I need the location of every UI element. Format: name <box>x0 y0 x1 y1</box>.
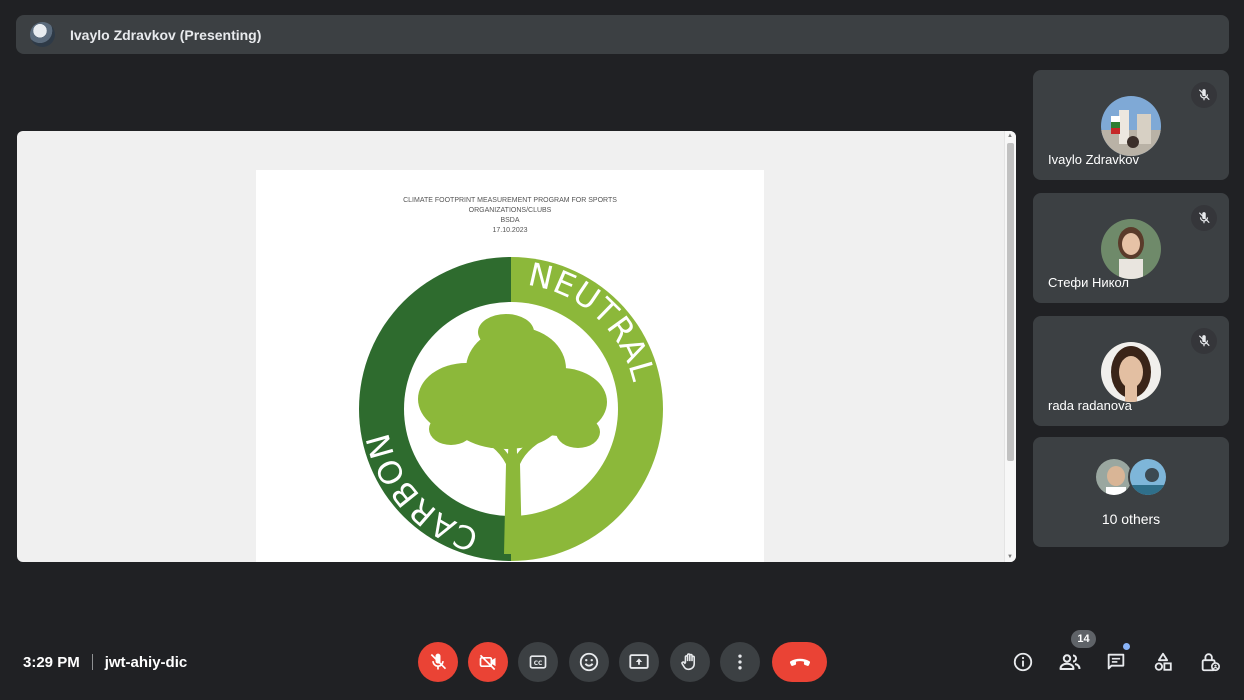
participant-tile[interactable]: Стефи Никол <box>1033 193 1229 303</box>
heading-line: CLIMATE FOOTPRINT MEASUREMENT PROGRAM FO… <box>403 197 617 204</box>
participant-name: Ivaylo Zdravkov <box>1048 152 1140 167</box>
info-icon <box>1013 652 1033 672</box>
activities-button[interactable] <box>1151 650 1175 674</box>
chat-icon <box>1107 653 1125 670</box>
participant-avatar <box>1128 457 1168 497</box>
people-icon <box>1059 654 1081 670</box>
carbon-neutral-logo: CARBON NEUTRAL <box>358 255 663 561</box>
chat-notification-dot <box>1123 643 1130 650</box>
captions-button[interactable]: CC <box>518 642 558 682</box>
heading-line: ORGANIZATIONS/CLUBS <box>468 207 552 214</box>
meeting-info: 3:29 PM jwt-ahiy-dic <box>23 652 187 672</box>
people-count-badge: 14 <box>1071 630 1096 648</box>
svg-text:CC: CC <box>534 661 543 667</box>
presenter-label: Ivaylo Zdravkov (Presenting) <box>70 26 262 43</box>
scroll-up-icon[interactable]: ▲ <box>1007 133 1013 139</box>
heading-line: 17.10.2023 <box>492 227 528 234</box>
mic-off-icon <box>1191 328 1217 354</box>
mic-off-icon <box>430 653 447 670</box>
activities-icon <box>1154 652 1172 671</box>
meeting-time: 3:29 PM <box>23 653 80 671</box>
others-tile[interactable]: 10 others <box>1033 437 1229 547</box>
hang-up-icon <box>789 658 810 666</box>
people-button[interactable] <box>1058 650 1082 674</box>
scroll-thumb[interactable] <box>1007 143 1014 461</box>
more-vertical-icon <box>738 654 742 670</box>
participant-avatar <box>1101 342 1161 402</box>
document-page: CLIMATE FOOTPRINT MEASUREMENT PROGRAM FO… <box>256 170 764 562</box>
shared-screen: CLIMATE FOOTPRINT MEASUREMENT PROGRAM FO… <box>17 131 1016 562</box>
presenter-bar: Ivaylo Zdravkov (Presenting) <box>16 15 1229 54</box>
document-heading: CLIMATE FOOTPRINT MEASUREMENT PROGRAM FO… <box>256 196 764 236</box>
lock-person-icon <box>1201 653 1220 672</box>
participant-name: Стефи Никол <box>1048 275 1130 290</box>
mic-off-icon <box>1191 205 1217 231</box>
reactions-button[interactable] <box>569 642 609 682</box>
hand-icon <box>681 653 695 671</box>
raise-hand-button[interactable] <box>670 642 710 682</box>
more-options-button[interactable] <box>720 642 760 682</box>
others-label: 10 others <box>1101 511 1161 527</box>
meeting-details-button[interactable] <box>1011 650 1035 674</box>
camera-off-icon <box>479 654 496 671</box>
chat-button[interactable] <box>1104 650 1128 674</box>
participant-avatar <box>1101 96 1161 156</box>
mic-off-icon <box>1191 82 1217 108</box>
present-screen-icon <box>629 654 649 669</box>
meeting-code[interactable]: jwt-ahiy-dic <box>105 654 188 671</box>
participant-tile[interactable]: Ivaylo Zdravkov <box>1033 70 1229 180</box>
leave-call-button[interactable] <box>772 642 827 682</box>
host-controls-button[interactable] <box>1198 650 1222 674</box>
presenter-avatar <box>30 22 55 47</box>
divider <box>91 654 93 670</box>
present-button[interactable] <box>619 642 659 682</box>
emoji-icon <box>579 652 599 672</box>
heading-line: BSDA <box>500 217 520 224</box>
participant-tile[interactable]: rada radanova <box>1033 316 1229 426</box>
participant-name: rada radanova <box>1048 398 1132 413</box>
camera-button[interactable] <box>468 642 508 682</box>
microphone-button[interactable] <box>418 642 458 682</box>
captions-icon: CC <box>529 655 547 669</box>
participant-avatar <box>1101 219 1161 279</box>
document-scrollbar[interactable]: ▲ ▼ <box>1004 131 1016 562</box>
scroll-down-icon[interactable]: ▼ <box>1007 554 1013 560</box>
